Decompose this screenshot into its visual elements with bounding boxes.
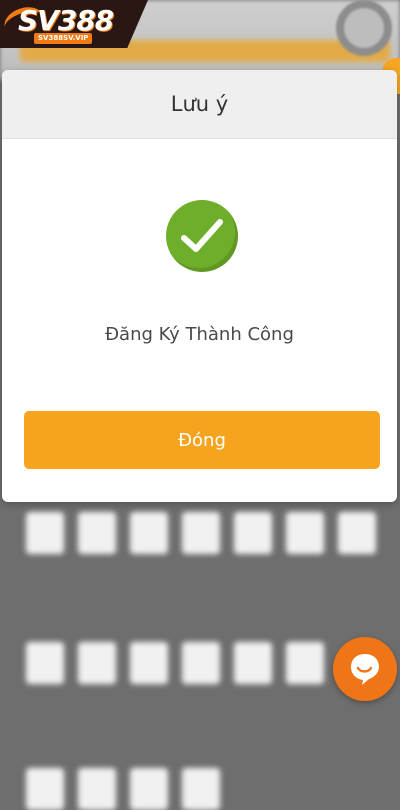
background-tile <box>182 642 220 684</box>
logo-subtext: SV388SV.VIP <box>34 33 93 44</box>
background-tile <box>338 512 376 554</box>
close-button[interactable]: Đóng <box>24 411 380 469</box>
checkmark-circle-icon <box>166 200 238 272</box>
background-tile <box>182 512 220 554</box>
background-tile <box>130 768 168 810</box>
brand-logo: SV388 SV388SV.VIP <box>0 0 148 48</box>
background-tile <box>78 642 116 684</box>
dialog-header: Lưu ý <box>2 70 397 139</box>
success-dialog: Lưu ý Đăng Ký Thành Công Đóng <box>2 70 397 502</box>
background-tile <box>26 768 64 810</box>
background-tile <box>286 512 324 554</box>
chat-button[interactable] <box>333 637 397 701</box>
background-tile <box>78 512 116 554</box>
success-message: Đăng Ký Thành Công <box>105 324 294 345</box>
background-tile <box>78 768 116 810</box>
background-tile <box>26 512 64 554</box>
background-tile <box>182 768 220 810</box>
background-tile <box>234 642 272 684</box>
dialog-title: Lưu ý <box>170 92 229 116</box>
background-tile <box>286 642 324 684</box>
background-tile <box>26 642 64 684</box>
background-tile <box>130 512 168 554</box>
background-tile <box>130 642 168 684</box>
background-avatar <box>336 0 392 56</box>
chat-bubble-icon <box>351 654 379 685</box>
background-tile <box>234 512 272 554</box>
